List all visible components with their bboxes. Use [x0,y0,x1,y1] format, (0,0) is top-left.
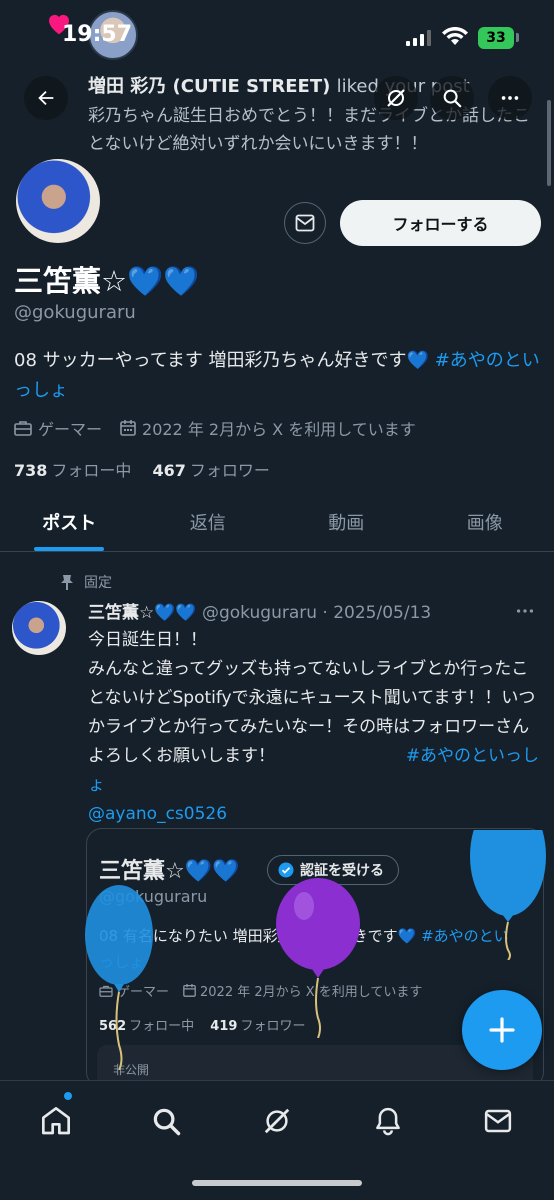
cellular-signal-icon [406,30,431,46]
bio-text: 08 サッカーやってます 増田彩乃ちゃん好きです💙 [14,350,429,371]
compose-button[interactable] [462,990,542,1070]
more-icon [501,96,519,100]
post-header: 三笘薫☆💙💙 @gokuguraru · 2025/05/13 [88,598,431,623]
tab-replies[interactable]: 返信 [139,492,278,551]
nav-grok[interactable] [255,1099,299,1143]
nav-search[interactable] [144,1099,188,1143]
profile-counts: 738 フォロー中 467 フォロワー [14,457,270,481]
wifi-icon [442,27,468,45]
home-indicator[interactable] [192,1180,362,1186]
status-time: 19:57 [62,22,133,47]
category-label: ゲーマー [38,420,103,439]
profile-category: ゲーマー [14,416,102,440]
post-body: 今日誕生日！！ みんなと違ってグッズも持ってないしライブとか行ったことないけどS… [88,626,544,829]
post-meta: @gokuguraru · 2025/05/13 [201,603,432,623]
nav-notifications[interactable] [366,1099,410,1143]
grok-icon [264,1108,290,1134]
followers-count: 467 [152,461,186,480]
tab-videos[interactable]: 動画 [277,492,416,551]
joined-label: 2022 年 2月から X を利用しています [142,420,416,439]
home-unread-dot [64,1092,72,1100]
compose-plus-icon [489,1017,515,1043]
get-verified-label: 認証を受ける [300,863,384,879]
nav-home[interactable] [34,1099,78,1143]
verified-icon [278,862,294,878]
pinned-indicator: 固定 [60,572,112,592]
balloon-purple [276,878,360,1038]
scrollbar[interactable] [547,100,551,186]
more-button[interactable] [488,76,532,120]
balloon-blue-left [85,885,153,1070]
pin-icon [61,575,73,590]
mail-icon [484,1109,512,1133]
profile-handle: @gokuguraru [14,302,136,323]
profile-meta: ゲーマー 2022 年 2月から X を利用しています [14,416,434,440]
calendar-icon [183,984,196,997]
notifications-icon [376,1107,400,1136]
notification-user: 増田 彩乃 (CUTIE STREET) [88,76,331,97]
post-mention[interactable]: @ayano_cs0526 [88,804,227,824]
briefcase-icon [14,421,32,436]
home-icon [42,1107,70,1135]
quote-followers-count: 419 [210,1019,238,1034]
profile-joined: 2022 年 2月から X を利用しています [120,416,416,440]
grok-button[interactable] [374,76,418,120]
nav-messages[interactable] [476,1099,520,1143]
profile-display-name: 三笘薫☆💙💙 [14,264,200,298]
followers-label: フォロワー [189,461,270,480]
follow-button[interactable]: フォローする [340,200,541,246]
calendar-icon [120,420,136,436]
following-label: フォロー中 [51,461,132,480]
pinned-label: 固定 [84,575,112,591]
battery-indicator: 33 [478,27,514,49]
mail-icon [295,214,315,232]
battery-tip [516,33,519,42]
post-more-icon[interactable] [514,600,536,622]
back-button[interactable] [24,76,68,120]
profile-avatar[interactable] [12,155,104,247]
following-link[interactable]: 738 フォロー中 [14,461,131,480]
back-arrow-icon [38,90,54,106]
post-avatar[interactable] [12,601,66,655]
search-icon [153,1108,181,1136]
tab-posts[interactable]: ポスト [0,492,139,551]
grok-icon [387,89,405,107]
search-button[interactable] [430,76,474,120]
tab-images[interactable]: 画像 [416,492,554,551]
followers-link[interactable]: 467 フォロワー [153,461,270,480]
message-button[interactable] [284,202,326,244]
profile-bio: 08 サッカーやってます 増田彩乃ちゃん好きです💙 #あやのといっしょ [14,346,544,406]
post-author-name[interactable]: 三笘薫☆💙💙 [88,603,197,623]
notification-text: 彩乃ちゃん誕生日おめでとう！！まだライブとか話したことないけど絶対いずれか会いに… [88,106,530,154]
search-icon [443,89,462,108]
balloon-blue-right [470,830,546,960]
profile-tabs: ポスト 返信 動画 画像 [0,492,554,552]
following-count: 738 [14,461,48,480]
status-bar: 19:57 33 [0,0,554,70]
